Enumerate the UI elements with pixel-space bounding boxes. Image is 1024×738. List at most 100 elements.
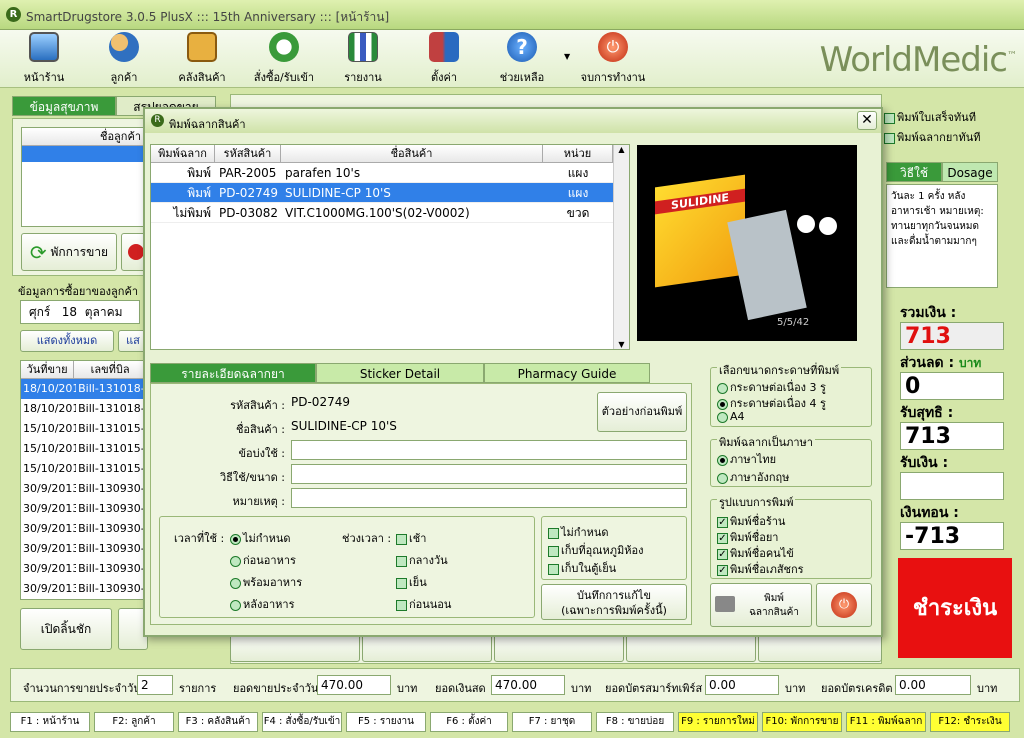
table-row[interactable]: พิมพ์ PD-02749 SULIDINE-CP 10'S แผง: [151, 183, 629, 203]
print-label-button[interactable]: พิมพ์ ฉลากสินค้า: [710, 583, 812, 627]
print-receipt-now-toggle[interactable]: พิมพ์ใบเสร็จทันที: [884, 108, 976, 126]
bill-number-cell: Bill-130930-0: [78, 482, 147, 495]
period-option-noon[interactable]: กลางวัน: [396, 551, 448, 569]
close-icon[interactable]: ✕: [857, 111, 877, 130]
users-icon: [109, 32, 139, 62]
time-label: เวลาที่ใช้ :: [174, 532, 225, 545]
scroll-up-icon[interactable]: ▲: [614, 145, 629, 154]
print-status-cell: พิมพ์: [151, 183, 215, 203]
title-bar: R SmartDrugstore 3.0.5 PlusX ::: 15th An…: [0, 0, 1024, 30]
bills-table[interactable]: วันที่ขาย เลขที่บิล 18/10/2013Bill-13101…: [20, 360, 148, 600]
function-key-1[interactable]: F1 : หน้าร้าน: [10, 712, 90, 732]
window-title: SmartDrugstore 3.0.5 PlusX ::: 15th Anni…: [26, 10, 390, 24]
refresh-order-icon: [269, 32, 299, 62]
monitor-icon: [29, 32, 59, 62]
save-edit-button[interactable]: บันทึกการแก้ไข (เฉพาะการพิมพ์ครั้งนี้): [541, 584, 687, 620]
function-key-6[interactable]: F6 : ตั้งค่า: [430, 712, 508, 732]
table-row[interactable]: 30/9/2013 Bill-130930-0: [21, 479, 147, 499]
period-option-evening[interactable]: เย็น: [396, 573, 427, 591]
print-status-cell: ไม่พิมพ์: [151, 203, 215, 223]
table-row[interactable]: 15/10/2013Bill-131015-0: [21, 459, 147, 479]
pause-sale-button[interactable]: ⟳ พักการขาย: [21, 233, 117, 271]
tab-usage[interactable]: วิธีใช้: [886, 162, 942, 182]
table-row[interactable]: 30/9/2013 Bill-130930-0: [21, 559, 147, 579]
table-row[interactable]: 30/9/2013 Bill-130930-0: [21, 579, 147, 599]
function-key-12[interactable]: F12: ชำระเงิน: [930, 712, 1010, 732]
time-option-before-meal[interactable]: ก่อนอาหาร: [230, 551, 296, 569]
table-row[interactable]: 15/10/2013Bill-131015-0: [21, 439, 147, 459]
time-option-none[interactable]: ไม่กำหนด: [230, 529, 291, 547]
toolbar-report-button[interactable]: รายงาน: [340, 32, 386, 86]
tab-dosage[interactable]: Dosage: [942, 162, 998, 182]
table-row[interactable]: 18/10/2013Bill-131018-0: [21, 379, 147, 399]
indication-label: ข้อบ่งใช้ :: [238, 447, 285, 460]
credit-value: 0.00: [895, 675, 971, 695]
received-input[interactable]: [900, 472, 1004, 500]
function-key-5[interactable]: F5 : รายงาน: [346, 712, 426, 732]
daily-status-bar: จำนวนการขายประจำวัน 2 รายการ ยอดขายประจำ…: [10, 668, 1020, 702]
function-key-9[interactable]: F9 : รายการใหม่: [678, 712, 758, 732]
pay-button[interactable]: ชำระเงิน: [898, 558, 1012, 658]
dialog-exit-button[interactable]: ⏻: [816, 583, 872, 627]
product-rows: พิมพ์ PAR-2005 parafen 10's แผง พิมพ์ PD-0274…: [151, 163, 629, 223]
product-name-cell: SULIDINE-CP 10'S: [281, 183, 543, 203]
table-row[interactable]: 30/9/2013 Bill-130930-0: [21, 539, 147, 559]
scroll-down-icon[interactable]: ▼: [614, 340, 629, 349]
discount-input[interactable]: 0: [900, 372, 1004, 400]
storage-option-room-temp[interactable]: เก็บที่อุณหภูมิห้อง: [548, 541, 643, 559]
open-drawer-button[interactable]: เปิดลิ้นชัก: [20, 608, 112, 650]
function-key-3[interactable]: F3 : คลังสินค้า: [178, 712, 258, 732]
language-option-thai[interactable]: ภาษาไทย: [717, 450, 776, 468]
show-all-button[interactable]: แสดงทั้งหมด: [20, 330, 114, 352]
toolbar-order-button[interactable]: สั่งซื้อ/รับเข้า: [252, 32, 316, 86]
language-option-english[interactable]: ภาษาอังกฤษ: [717, 468, 789, 486]
function-key-11[interactable]: F11 : พิมพ์ฉลาก: [846, 712, 926, 732]
toolbar-customer-button[interactable]: ลูกค้า: [98, 32, 150, 86]
daily-count-label: จำนวนการขายประจำวัน: [23, 682, 141, 695]
function-key-2[interactable]: F2: ลูกค้า: [94, 712, 174, 732]
storage-option-fridge[interactable]: เก็บในตู้เย็น: [548, 559, 616, 577]
time-option-after-meal[interactable]: หลังอาหาร: [230, 595, 294, 613]
toolbar-settings-button[interactable]: ตั้งค่า: [420, 32, 468, 86]
toolbar-help-button[interactable]: ? ช่วยเหลือ: [498, 32, 546, 86]
tab-label-detail[interactable]: รายละเอียดฉลากยา: [150, 363, 316, 383]
paper-option-a4[interactable]: A4: [717, 410, 745, 423]
period-option-morning[interactable]: เช้า: [396, 529, 426, 547]
product-grid[interactable]: พิมพ์ฉลาก รหัสสินค้า ชื่อสินค้า หน่วย พิ…: [150, 144, 630, 350]
daily-count-value: 2: [137, 675, 173, 695]
grid-scrollbar[interactable]: ▲ ▼: [613, 145, 629, 349]
table-row[interactable]: 30/9/2013 Bill-130930-0: [21, 519, 147, 539]
tab-health-info[interactable]: ข้อมูลสุขภาพ: [12, 96, 116, 116]
indication-input[interactable]: [291, 440, 687, 460]
function-key-7[interactable]: F7 : ยาชุด: [512, 712, 592, 732]
table-row[interactable]: 30/9/2013 Bill-130930-0: [21, 499, 147, 519]
usage-size-input[interactable]: [291, 464, 687, 484]
tab-pharmacy-guide[interactable]: Pharmacy Guide: [484, 363, 650, 383]
total-value: 713: [900, 322, 1004, 350]
toolbar-inventory-button[interactable]: คลังสินค้า: [172, 32, 232, 86]
toolbar-exit-button[interactable]: ⏻ จบการทำงาน: [578, 32, 648, 86]
function-key-10[interactable]: F10: พักการขาย: [762, 712, 842, 732]
tab-sticker-detail[interactable]: Sticker Detail: [316, 363, 484, 383]
table-row[interactable]: 15/10/2013Bill-131015-0: [21, 419, 147, 439]
print-format-group: รูปแบบการพิมพ์ ✓ พิมพ์ชื่อร้าน ✓ พิมพ์ชื่อ…: [710, 493, 872, 579]
storage-option-none[interactable]: ไม่กำหนด: [548, 523, 609, 541]
table-row[interactable]: 18/10/2013Bill-131018-0: [21, 399, 147, 419]
power-icon: ⏻: [598, 32, 628, 62]
table-row[interactable]: พิมพ์ PAR-2005 parafen 10's แผง: [151, 163, 629, 183]
paper-size-title: เลือกขนาดกระดาษที่พิมพ์: [717, 361, 842, 379]
help-dropdown-icon[interactable]: ▼: [564, 52, 570, 61]
period-option-bedtime[interactable]: ก่อนนอน: [396, 595, 451, 613]
toolbar-storefront-button[interactable]: หน้าร้าน: [18, 32, 70, 86]
credit-label: ยอดบัตรเครดิต: [821, 682, 893, 695]
table-row[interactable]: ไม่พิมพ์ PD-03082 VIT.C1000MG.100'S(02-V00…: [151, 203, 629, 223]
function-key-4[interactable]: F4 : สั่งซื้อ/รับเข้า: [262, 712, 342, 732]
note-input[interactable]: [291, 488, 687, 508]
purchase-date-picker[interactable]: ศุกร์ 18 ตุลาคม: [20, 300, 140, 324]
print-label-now-toggle[interactable]: พิมพ์ฉลากยาทันที: [884, 128, 980, 146]
time-option-with-meal[interactable]: พร้อมอาหาร: [230, 573, 302, 591]
function-key-8[interactable]: F8 : ขายบ่อย: [596, 712, 674, 732]
tools-icon: [429, 32, 459, 62]
format-option-pharmacist-name[interactable]: ✓ พิมพ์ชื่อเภสัชกร: [717, 560, 804, 578]
preview-button[interactable]: ตัวอย่างก่อนพิมพ์: [597, 392, 687, 432]
